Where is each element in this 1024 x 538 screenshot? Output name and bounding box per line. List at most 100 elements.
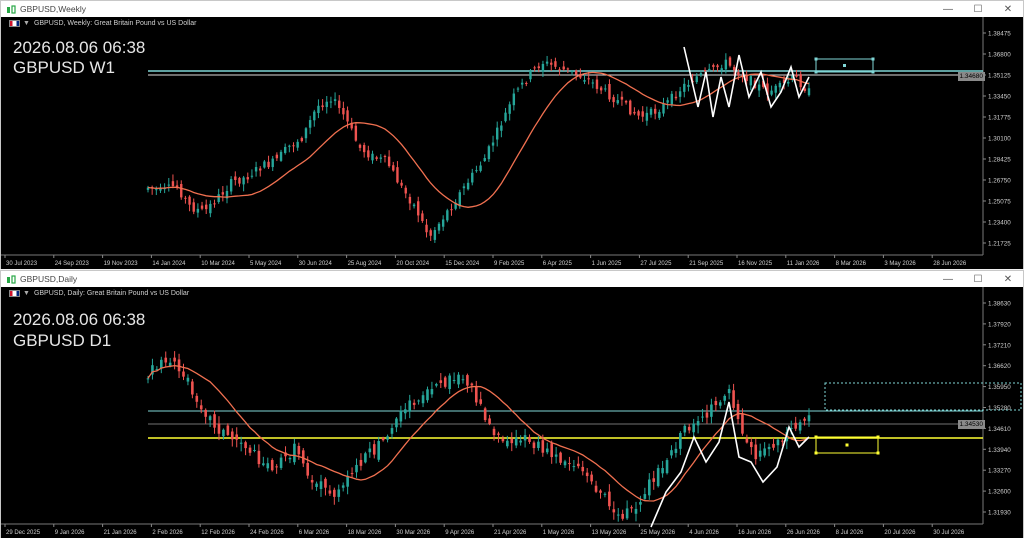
candle-body [488,418,491,425]
candle-body [550,62,553,65]
candle-body [776,439,780,446]
price-tick-label: 1.33270 [988,468,1011,475]
candle-body [230,431,234,440]
candle-body [192,202,195,212]
candle-body [604,88,607,90]
candle-body [452,380,456,382]
candle-body [204,409,207,417]
candle-body [641,111,644,117]
candle-body [594,485,598,492]
zigzag-line [650,401,810,528]
candle-body [558,69,561,71]
maximize-icon[interactable]: ☐ [963,1,993,17]
daily-window-title: GBPUSD,Daily [20,274,78,284]
candle-body [491,142,495,146]
candle-body [541,440,545,453]
date-tick-label: 9 Apr 2026 [445,530,475,536]
close-icon[interactable]: ✕ [993,271,1023,287]
candle-body [346,110,349,122]
daily-chart-window[interactable]: GBPUSD,Daily — ☐ ✕ 1.38630 1.37920 1.37210… [0,270,1024,538]
candle-body [408,400,412,412]
candle-body [257,450,261,465]
candle-body [528,436,531,442]
candle-body [568,463,571,465]
candle-body [275,466,278,468]
candle-body [333,99,337,101]
date-tick-label: 13 May 2026 [592,530,627,536]
candle-body [570,71,574,73]
candle-body [661,468,664,474]
candle-body [757,84,761,91]
candle-body [421,395,425,404]
weekly-chart-area[interactable]: 1.38475 1.36800 1.35125 1.33450 1.31775 1.301… [1,17,1023,269]
candle-body [379,157,383,159]
candle-body [196,208,200,213]
candle-body [772,443,775,448]
price-tick-label: 1.30100 [988,136,1011,143]
minimize-icon[interactable]: — [933,271,963,287]
date-tick-label: 21 Jan 2026 [104,530,138,536]
gbp-usd-flag-icon [9,20,20,27]
date-tick-label: 29 Dec 2025 [6,530,41,536]
candle-body [732,390,735,408]
candle-body [629,100,632,115]
candle-body [525,82,528,84]
weekly-price-chart[interactable]: 1.38475 1.36800 1.35125 1.33450 1.31775 1.301… [1,17,1023,269]
weekly-overlay-time: 2026.08.06 06:38 [13,38,146,57]
price-tick-label: 1.38475 [988,31,1011,38]
date-tick-label: 18 Mar 2026 [348,530,382,536]
candle-body [412,204,416,207]
daily-title-bar[interactable]: GBPUSD,Daily — ☐ ✕ [1,271,1023,287]
maximize-icon[interactable]: ☐ [963,271,993,287]
close-icon[interactable]: ✕ [993,1,1023,17]
candle-body [310,479,314,483]
candle-body [308,120,312,128]
candle-body [516,88,520,90]
candle-body [333,489,336,497]
candle-body [439,380,443,383]
candle-body [590,474,593,482]
candle-body [512,93,516,106]
candle-body [741,414,744,434]
candle-body [652,478,656,482]
daily-price-chart[interactable]: 1.38630 1.37920 1.37210 1.36620 1.35950 1.352… [1,287,1023,538]
candle-body [304,128,308,139]
date-tick-label: 21 Sep 2025 [689,261,724,267]
daily-chart-area[interactable]: 1.38630 1.37920 1.37210 1.36620 1.35950 1.352… [1,287,1023,538]
chart-app-icon [5,274,17,284]
price-tick-label: 1.35125 [988,73,1011,80]
candle-body [620,96,624,100]
price-tick-label: 1.28425 [988,157,1011,164]
candle-body [807,415,811,422]
candle-body [670,93,674,105]
date-tick-label: 26 Jun 2026 [787,530,821,536]
price-tick-label: 1.33450 [988,94,1011,101]
candle-body [699,73,703,76]
candle-body [710,404,713,417]
candle-body [238,177,241,184]
price-tick-label: 1.36620 [988,363,1011,370]
candle-body [164,357,168,363]
candle-body [430,389,434,395]
candle-body [171,181,175,187]
date-tick-label: 24 Sep 2023 [55,261,90,267]
candle-body [254,167,258,172]
candle-body [770,90,773,95]
candle-body [208,416,212,421]
candle-body [199,405,203,410]
candle-body [504,112,507,122]
price-tick-label: 1.35280 [988,405,1011,412]
weekly-title-bar[interactable]: GBPUSD,Weekly — ☐ ✕ [1,1,1023,17]
candle-body [724,59,728,70]
daily-info-line: ▼ GBPUSD, Daily: Great Britain Pound vs … [9,290,189,297]
weekly-overlay-symbol: GBPUSD W1 [13,58,116,77]
candle-body [177,359,181,372]
date-tick-label: 30 Jul 2026 [933,530,965,536]
minimize-icon[interactable]: — [933,1,963,17]
date-tick-label: 14 Jan 2024 [152,261,186,267]
chart-tools-icon[interactable]: ▼ [23,20,30,27]
weekly-chart-window[interactable]: GBPUSD,Weekly — ☐ ✕ 1.38475 1.36800 1.3512… [0,0,1024,269]
candle-body [368,448,372,453]
candle-body [595,79,599,89]
chart-tools-icon[interactable]: ▼ [23,290,30,297]
